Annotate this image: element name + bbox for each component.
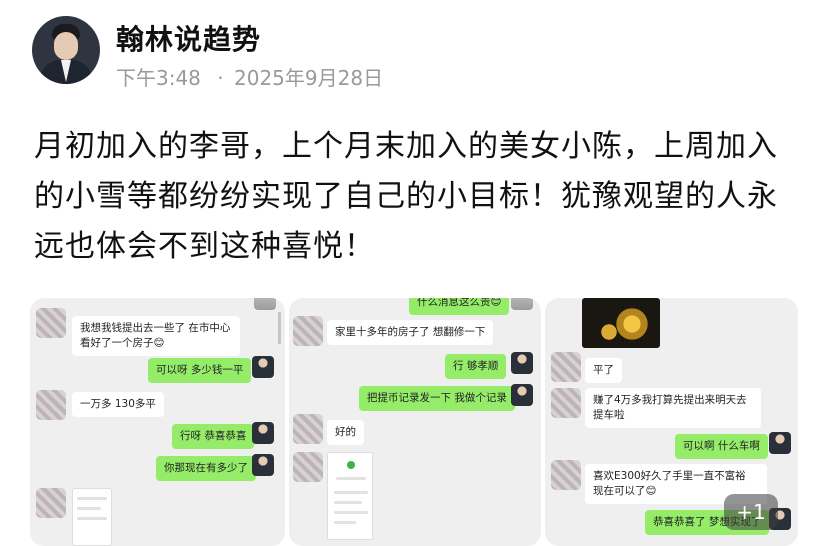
thumbnail-line <box>334 501 362 504</box>
thumbnail-line <box>334 511 368 514</box>
chat-bubble-right: 你那现在有多少了 <box>156 456 256 481</box>
chat-bubble-left: 家里十多年的房子了 想翻修一下 <box>327 320 494 345</box>
image-thumbnail[interactable] <box>72 488 112 546</box>
status-dot <box>347 461 355 469</box>
thumbnail-line <box>334 491 368 494</box>
chat-bubble-right: 行呀 恭喜恭喜 <box>172 424 255 449</box>
gold-decoration <box>594 320 624 344</box>
more-images-count[interactable]: +1 <box>724 494 778 530</box>
author-avatar[interactable] <box>32 16 100 84</box>
screenshot-2[interactable]: 什么消息这么贵😊 家里十多年的房子了 想翻修一下 行 够孝顺 把提币记录发一下 … <box>289 298 541 546</box>
avatar-right <box>511 352 533 374</box>
chat-bubble-right: 可以呀 多少钱一平 <box>148 358 252 383</box>
avatar-left <box>551 460 581 490</box>
thumbnail-line <box>77 497 107 500</box>
chat-bubble-left: 我想我钱提出去一些了 在市中心看好了一个房子😊 <box>72 316 240 356</box>
avatar-left <box>36 390 66 420</box>
avatar-left <box>293 414 323 444</box>
chat-bubble-left: 一万多 130多平 <box>72 392 164 417</box>
image-thumbnail[interactable] <box>327 452 373 540</box>
thumbnail-line <box>77 517 107 520</box>
avatar-right <box>254 298 276 310</box>
avatar-right <box>252 356 274 378</box>
avatar-left <box>293 316 323 346</box>
chat-bubble-right: 什么消息这么贵😊 <box>409 298 510 315</box>
post-date: 2025年9月28日 <box>234 66 384 90</box>
thumbnail-line <box>77 507 101 510</box>
screenshot-1[interactable]: 我想我钱提出去一些了 在市中心看好了一个房子😊 可以呀 多少钱一平 一万多 13… <box>30 298 285 546</box>
meta-separator: · <box>217 66 224 90</box>
thumbnail-line <box>336 477 366 480</box>
avatar-right <box>511 298 533 310</box>
post-meta: 下午3:48 · 2025年9月28日 <box>116 62 383 91</box>
post-text: 月初加入的李哥，上个月末加入的美女小陈，上周加入的小雪等都纷纷实现了自己的小目标… <box>34 129 778 264</box>
avatar-left <box>293 452 323 482</box>
avatar-right <box>252 422 274 444</box>
avatar-left <box>551 352 581 382</box>
scrollbar[interactable] <box>278 312 281 344</box>
post-time: 下午3:48 <box>116 66 201 90</box>
author-name[interactable]: 翰林说趋势 <box>116 18 261 58</box>
avatar-face <box>54 32 78 60</box>
avatar-right <box>511 384 533 406</box>
chat-bubble-right: 行 够孝顺 <box>445 354 507 379</box>
chat-bubble-left: 赚了4万多我打算先提出来明天去提车啦 <box>585 388 761 428</box>
chat-bubble-right: 把提币记录发一下 我做个记录 <box>359 386 515 411</box>
chat-bubble-left: 平了 <box>585 358 622 383</box>
chat-bubble-right: 可以啊 什么车啊 <box>675 434 768 459</box>
chat-bubble-left: 好的 <box>327 420 364 445</box>
avatar-right <box>252 454 274 476</box>
avatar-left <box>551 388 581 418</box>
thumbnail-line <box>334 521 356 524</box>
avatar-right <box>769 432 791 454</box>
avatar-left <box>36 308 66 338</box>
avatar-left <box>36 488 66 518</box>
image-thumbnail[interactable] <box>582 298 660 348</box>
